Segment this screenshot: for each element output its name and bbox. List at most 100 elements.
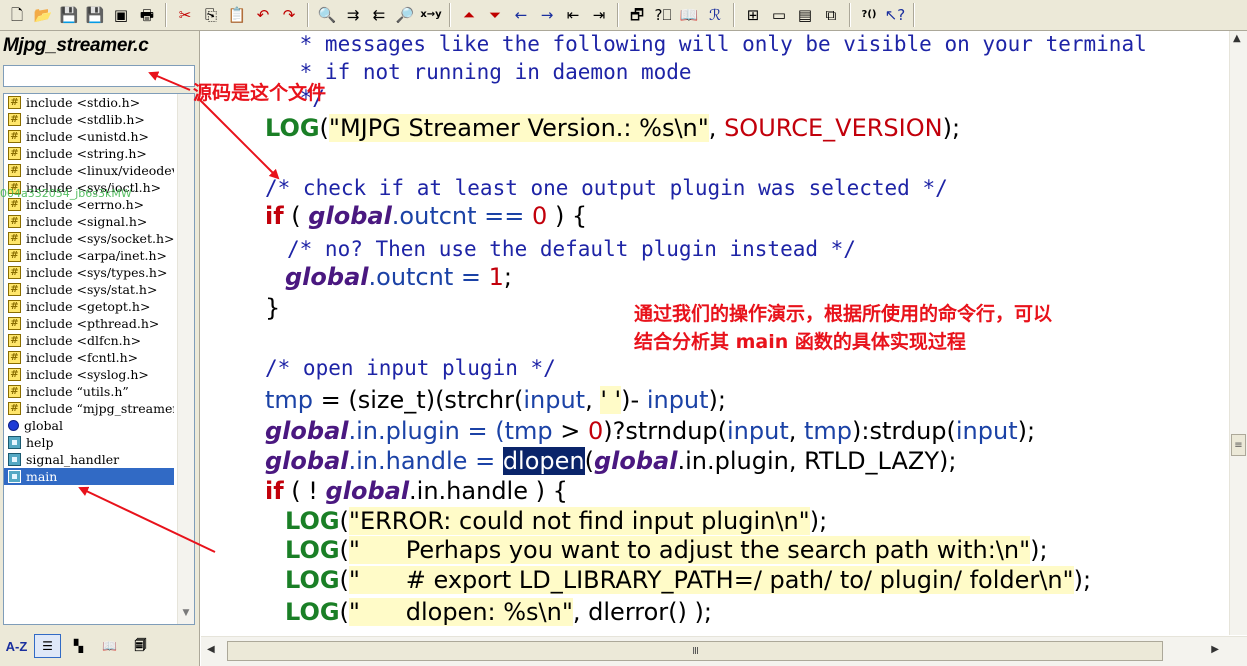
symbol-item-label: include <arpa/inet.h> [26,248,168,263]
back-icon[interactable]: ← [510,4,532,26]
code-string: "ERROR: could not find input plugin\n" [348,507,810,535]
paste-icon[interactable]: 📋 [226,4,248,26]
close-file-icon[interactable]: ▣ [110,4,132,26]
symbol-item[interactable]: # include <string.h> [4,145,174,162]
bookmark-prev-icon[interactable]: ⏶ [458,4,480,26]
save-file-icon[interactable]: 💾 [58,4,80,26]
symbol-item[interactable]: global [4,417,174,434]
code-global: global [265,417,349,445]
code-token: )?strndup( [603,417,727,445]
code-global: global [308,202,392,230]
window-horizontal-icon[interactable]: ▭ [768,4,790,26]
code-line-log-error-2: LOG(" Perhaps you want to adjust the sea… [285,536,1048,564]
find-in-files-icon[interactable]: 🔎 [394,4,416,26]
outdent-icon[interactable]: ⇤ [562,4,584,26]
code-token: , [708,114,725,142]
code-token: .outcnt == [391,202,533,230]
symbol-item[interactable]: # include <linux/videodev.h> [4,162,174,179]
symbol-item[interactable]: signal_handler [4,451,174,468]
open-file-icon[interactable]: 📂 [32,4,54,26]
symbol-item[interactable]: # include <dlfcn.h> [4,332,174,349]
symbol-book-button[interactable]: 📖 [96,634,123,658]
bookmark-next-icon[interactable]: ⏷ [484,4,506,26]
symbol-item[interactable]: # include <stdio.h> [4,94,174,111]
code-token: input [955,417,1018,445]
include-icon: # [8,130,21,143]
symbol-item[interactable]: # include <signal.h> [4,213,174,230]
symbol-window-toolbar: A-Z ☰ ▚ 📖 🗐 [3,631,195,661]
list-view-button[interactable]: ☰ [34,634,61,658]
new-file-icon[interactable]: 🗋 [6,4,28,26]
window-tile-icon[interactable]: ⊞ [742,4,764,26]
vertical-scroll-thumb[interactable]: ≡ [1231,434,1246,456]
scroll-left-arrow-icon[interactable]: ◀ [207,644,215,655]
symbol-item[interactable]: # include “utils.h” [4,383,174,400]
code-token: ( ! [283,477,326,505]
cut-icon[interactable]: ✂ [174,4,196,26]
symbol-item[interactable]: # include <fcntl.h> [4,349,174,366]
replace-icon[interactable]: x→y [420,4,442,26]
find-previous-icon[interactable]: ⇇ [368,4,390,26]
symbol-item[interactable]: # include <arpa/inet.h> [4,247,174,264]
scroll-up-arrow-icon[interactable]: ▲ [1233,33,1241,44]
sort-az-button[interactable]: A-Z [3,634,30,658]
symbol-list-scrollbar[interactable]: ▼ [177,94,194,624]
symbol-item[interactable]: # include <sys/stat.h> [4,281,174,298]
code-token: ( [283,202,309,230]
symbol-item[interactable]: # include “mjpg_streamer.h” [4,400,174,417]
symbol-item[interactable]: # include <syslog.h> [4,366,174,383]
find-icon[interactable]: 🔍 [316,4,338,26]
symbol-item[interactable]: # include <sys/types.h> [4,264,174,281]
code-macro: SOURCE_VERSION [724,114,943,142]
project-window-icon[interactable]: 🗗 [626,4,648,26]
category-view-button[interactable]: ▚ [65,634,92,658]
find-next-icon[interactable]: ⇉ [342,4,364,26]
forward-icon[interactable]: → [536,4,558,26]
save-all-icon[interactable]: 💾 [84,4,106,26]
code-line-handle: global.in.handle = dlopen(global.in.plug… [265,447,956,475]
copy-icon[interactable]: ⎘ [200,4,222,26]
code-selected-dlopen[interactable]: dlopen [502,447,585,475]
code-token: .in.handle = [348,447,503,475]
include-icon: # [8,334,21,347]
window-cascade-icon[interactable]: ⧉ [820,4,842,26]
help-pointer-icon[interactable]: ↖? [884,4,906,26]
help-context-icon[interactable]: ?() [858,4,880,26]
code-token: .in.handle ) { [409,477,568,505]
include-icon: # [8,232,21,245]
symbol-item[interactable]: # include <stdlib.h> [4,111,174,128]
symbol-item-label: include “utils.h” [26,384,129,399]
code-line-log-error-1: LOG("ERROR: could not find input plugin\… [285,507,827,535]
print-icon[interactable]: 🖶 [136,4,158,26]
symbol-options-button[interactable]: 🗐 [127,634,154,658]
symbol-item[interactable]: # include <sys/socket.h> [4,230,174,247]
vertical-scrollbar[interactable]: ▲ ≡ [1229,31,1247,635]
include-icon: # [8,283,21,296]
jump-definition-icon[interactable]: ?⎕ [652,4,674,26]
indent-icon[interactable]: ⇥ [588,4,610,26]
symbol-item-label: include <stdlib.h> [26,112,145,127]
symbol-item[interactable]: # include <pthread.h> [4,315,174,332]
symbol-list: # include <stdio.h> # include <stdlib.h> # in… [3,93,195,625]
scroll-down-arrow-icon[interactable]: ▼ [178,606,194,620]
symbol-item[interactable]: # include <unistd.h> [4,128,174,145]
code-token: ); [708,386,726,414]
include-icon: # [8,385,21,398]
redo-icon[interactable]: ↷ [278,4,300,26]
toolbar-separator [733,3,735,27]
symbol-item[interactable]: help [4,434,174,451]
code-comment-line: * if not running in daemon mode [287,60,692,84]
horizontal-scroll-thumb[interactable]: III [227,641,1163,661]
window-vertical-icon[interactable]: ▤ [794,4,816,26]
undo-icon[interactable]: ↶ [252,4,274,26]
references-icon[interactable]: ℛ [704,4,726,26]
horizontal-scrollbar[interactable]: ◀ III ▶ [201,636,1247,666]
include-icon: # [8,317,21,330]
symbol-item[interactable]: main [4,468,174,485]
symbol-filter-input[interactable] [3,65,195,87]
scroll-right-arrow-icon[interactable]: ▶ [1211,644,1219,655]
symbol-item[interactable]: # include <getopt.h> [4,298,174,315]
annotation-source-file: 源码是这个文件 [193,82,327,104]
symbol-book-icon[interactable]: 📖 [678,4,700,26]
code-token: ( [584,447,594,475]
